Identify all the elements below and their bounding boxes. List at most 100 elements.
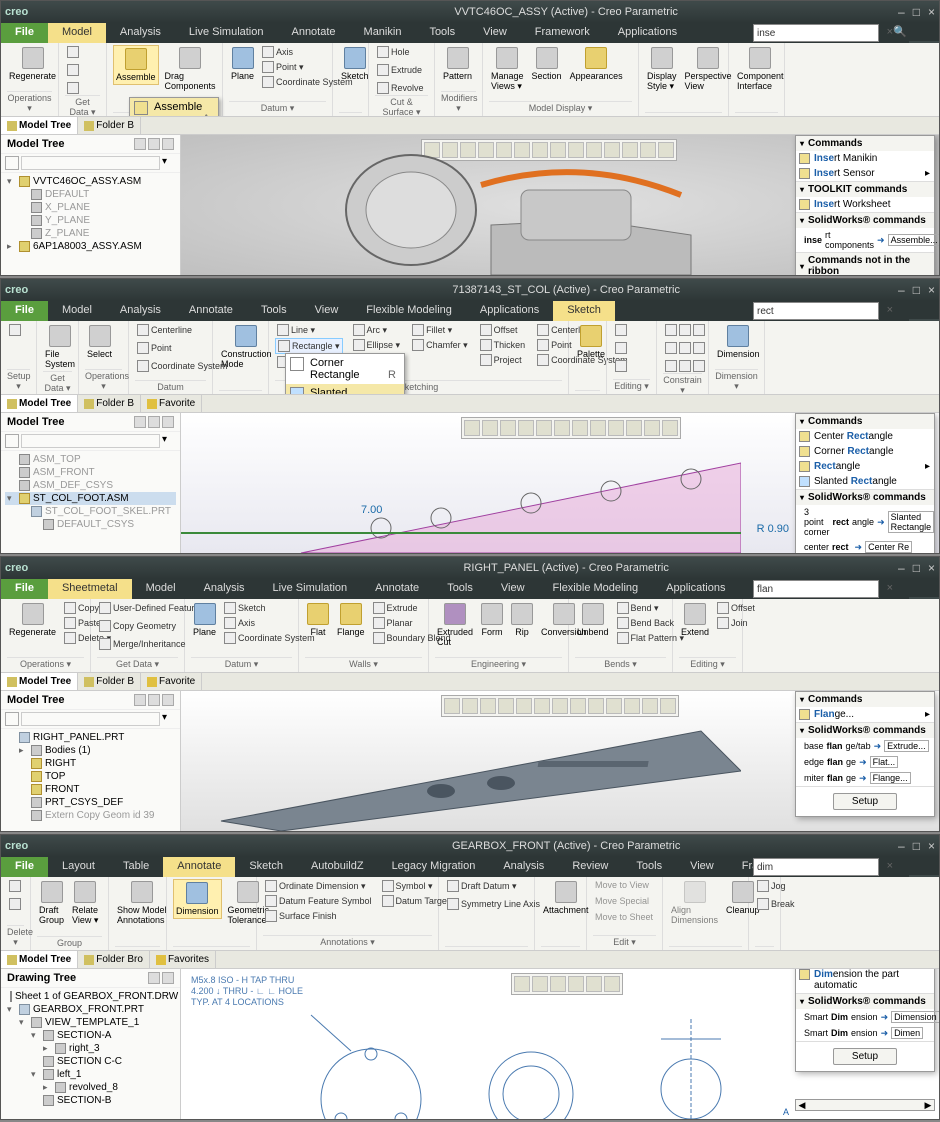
ellipse-link[interactable]: Ellipse ▾ (351, 338, 403, 352)
dropdown-slanted-rect[interactable]: Slanted Rectangle (286, 384, 404, 395)
tab-view[interactable]: View (487, 579, 539, 599)
clear-search-icon[interactable]: × (887, 582, 893, 594)
navtab-favorite[interactable]: Favorite (141, 395, 202, 412)
break-link[interactable]: Break (755, 897, 797, 911)
search-mapping[interactable]: miter flange➜Flange... (796, 770, 934, 786)
sym-axis-link[interactable]: Symmetry Line Axis (445, 897, 542, 911)
tree-item[interactable]: TOP (5, 770, 176, 783)
tab-file[interactable]: File (1, 857, 48, 877)
tree-toolbar[interactable] (134, 416, 174, 428)
sp-hdr-commands[interactable]: Commands (796, 136, 934, 151)
navtab-favorite[interactable]: Favorite (141, 673, 202, 690)
maximize-icon[interactable]: □ (913, 283, 920, 297)
rip-button[interactable]: Rip (509, 601, 535, 639)
tree-item[interactable]: ▾left_1 (5, 1068, 176, 1081)
tab-annotate[interactable]: Annotate (175, 301, 247, 321)
search-result[interactable]: Insert Worksheet (796, 197, 934, 212)
dimension-button[interactable]: Dimension (173, 879, 222, 919)
navtab-model-tree[interactable]: Model Tree (1, 951, 78, 968)
tree-filter[interactable]: ▾ (1, 432, 180, 451)
tab-file[interactable]: File (1, 23, 48, 43)
clear-search-icon[interactable]: × (887, 304, 893, 316)
minimize-icon[interactable]: – (898, 839, 905, 853)
tab-manikin[interactable]: Manikin (350, 23, 416, 43)
palette-button[interactable]: Palette (575, 323, 607, 361)
tab-sketch[interactable]: Sketch (553, 301, 615, 321)
rectangle-link[interactable]: Rectangle ▾ (275, 338, 343, 354)
setup-button[interactable]: Setup (833, 1048, 897, 1065)
close-icon[interactable]: × (928, 839, 935, 853)
tab-table[interactable]: Table (109, 857, 163, 877)
3d-viewport[interactable]: Commands Insert Manikin Insert Sensor TO… (181, 135, 939, 275)
display-style-button[interactable]: Display Style ▾ (645, 45, 679, 94)
sp-hdr-toolkit[interactable]: TOOLKIT commands (796, 182, 934, 197)
tab-model[interactable]: Model (48, 301, 106, 321)
tab-annotate[interactable]: Annotate (361, 579, 433, 599)
tree-item[interactable]: SECTION C-C (5, 1055, 176, 1068)
hole-link[interactable]: Hole (375, 45, 412, 59)
close-icon[interactable]: × (928, 561, 935, 575)
tab-sheetmetal[interactable]: Sheetmetal (48, 579, 132, 599)
close-icon[interactable]: × (928, 283, 935, 297)
tab-view[interactable]: View (469, 23, 521, 43)
tab-analysis[interactable]: Analysis (106, 23, 175, 43)
tab-analysis[interactable]: Analysis (489, 857, 558, 877)
tab-file[interactable]: File (1, 301, 48, 321)
revolve-link[interactable]: Revolve (375, 81, 426, 95)
tab-applications[interactable]: Applications (466, 301, 553, 321)
tab-live-simulation[interactable]: Live Simulation (175, 23, 278, 43)
navtab-model-tree[interactable]: Model Tree (1, 117, 78, 134)
surface-finish-link[interactable]: Surface Finish (263, 909, 374, 923)
section-button[interactable]: Section (530, 45, 564, 83)
form-button[interactable]: Form (479, 601, 505, 639)
search-result[interactable]: Dimension the part automatic (796, 969, 934, 993)
drawing-viewport[interactable]: M5x.8 ISO - H TAP THRU 4.200 ↓ THRU - ∟ … (181, 969, 939, 1119)
search-result[interactable]: Insert Sensor (796, 166, 934, 181)
dimension-button[interactable]: Dimension (715, 323, 762, 361)
tree-item[interactable]: ▸revolved_8 (5, 1081, 176, 1094)
drag-components-button[interactable]: Drag Components (163, 45, 218, 93)
flat-button[interactable]: Flat (305, 601, 331, 639)
dropdown-corner-rect[interactable]: Corner RectangleR (286, 354, 404, 384)
tree-item[interactable]: ASM_FRONT (5, 466, 176, 479)
regenerate-button[interactable]: Regenerate (7, 45, 58, 83)
tab-legacy[interactable]: Legacy Migration (378, 857, 490, 877)
assemble-button[interactable]: Assemble (113, 45, 159, 85)
minimize-icon[interactable]: – (898, 5, 905, 19)
chamfer-link[interactable]: Chamfer ▾ (410, 338, 470, 352)
window-buttons[interactable]: –□× (898, 561, 935, 575)
extrude-link[interactable]: Extrude (375, 63, 424, 77)
extend-button[interactable]: Extend (679, 601, 711, 639)
tree-item[interactable]: ▾GEARBOX_FRONT.PRT (5, 1003, 176, 1016)
navtab-folder[interactable]: Folder B (78, 395, 141, 412)
tab-view[interactable]: View (676, 857, 728, 877)
tree-item[interactable]: ▸6AP1A8003_ASSY.ASM (5, 240, 176, 253)
search-result[interactable]: Rectangle (796, 459, 934, 474)
unbend-button[interactable]: Unbend (575, 601, 611, 639)
tab-file[interactable]: File (1, 579, 48, 599)
draft-group-button[interactable]: Draft Group (37, 879, 66, 927)
tree-item[interactable]: Extern Copy Geom id 39 (5, 809, 176, 822)
search-result[interactable]: Flange... (796, 707, 934, 722)
tab-tools[interactable]: Tools (415, 23, 469, 43)
setup-button[interactable]: Setup (833, 793, 897, 810)
tab-layout[interactable]: Layout (48, 857, 109, 877)
quick-access[interactable] (34, 561, 234, 575)
tab-model[interactable]: Model (132, 579, 190, 599)
tree-item[interactable]: ▸Bodies (1) (5, 744, 176, 757)
relate-view-button[interactable]: Relate View ▾ (70, 879, 100, 928)
command-search-input[interactable] (753, 24, 879, 42)
attachment-button[interactable]: Attachment (541, 879, 591, 917)
plane-button[interactable]: Plane (229, 45, 256, 83)
dropdown-assemble[interactable]: AssembleA (130, 98, 218, 116)
select-button[interactable]: Select (85, 323, 114, 361)
tab-autobuildz[interactable]: AutobuildZ (297, 857, 378, 877)
tab-tools[interactable]: Tools (433, 579, 487, 599)
tree-item[interactable]: RIGHT_PANEL.PRT (5, 731, 176, 744)
component-interface-button[interactable]: Component Interface (735, 45, 786, 93)
window-buttons[interactable]: –□× (898, 5, 935, 19)
command-search-input[interactable] (753, 858, 879, 876)
arc-link[interactable]: Arc ▾ (351, 323, 403, 337)
tab-applications[interactable]: Applications (652, 579, 739, 599)
tree-item[interactable]: DEFAULT (5, 188, 176, 201)
